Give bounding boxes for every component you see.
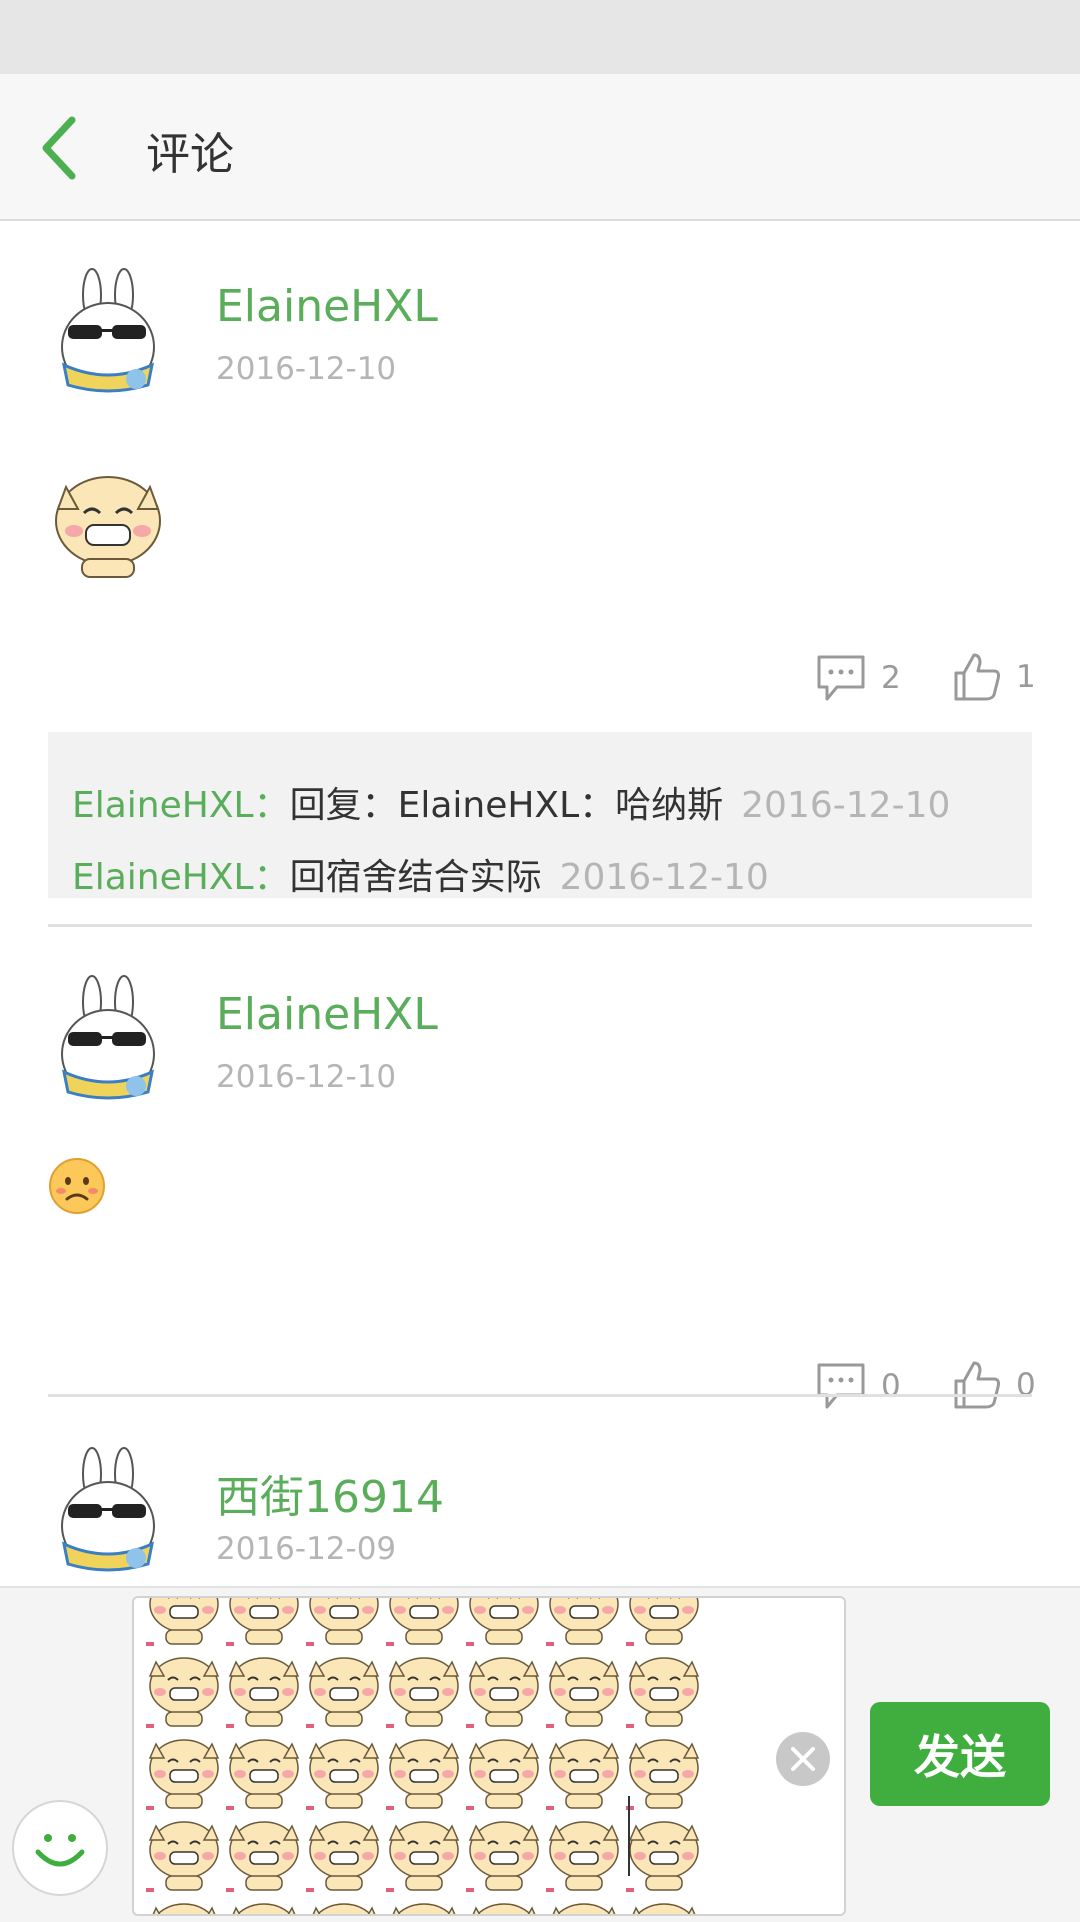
reply-count: 0 xyxy=(881,1368,901,1404)
reply-count-button[interactable]: 2 xyxy=(815,653,901,703)
cat-sticker xyxy=(626,1598,699,1646)
cat-sticker xyxy=(626,1657,700,1728)
comment-icon xyxy=(817,655,865,701)
reply-list: ElaineHXL：回复：ElaineHXL：哈纳斯 2016-12-10 Ela… xyxy=(48,732,1032,898)
cat-sticker xyxy=(472,1903,536,1914)
divider xyxy=(48,1394,1032,1397)
reply-count-button[interactable]: 0 xyxy=(815,1361,901,1411)
cat-sticker xyxy=(146,1739,220,1810)
cat-sticker xyxy=(632,1903,696,1914)
cat-sticker xyxy=(306,1657,380,1728)
thumbs-up-icon xyxy=(954,1361,1000,1409)
cat-sticker xyxy=(306,1821,380,1892)
comment-list[interactable]: ElaineHXL 2016-12-10 2 1 ElaineHXL：回复：El… xyxy=(0,221,1080,1586)
reply-date: 2016-12-10 xyxy=(741,785,951,826)
cat-sticker xyxy=(386,1657,460,1728)
comment-date: 2016-12-10 xyxy=(216,351,397,387)
text-cursor xyxy=(628,1796,630,1876)
reply-item[interactable]: ElaineHXL：回宿舍结合实际 2016-12-10 xyxy=(72,848,769,900)
comment-username[interactable]: ElaineHXL xyxy=(216,989,438,1040)
cat-sticker xyxy=(552,1903,616,1914)
user-avatar[interactable] xyxy=(48,1446,168,1576)
clear-input-button[interactable] xyxy=(776,1732,830,1786)
cat-sticker xyxy=(306,1739,380,1810)
smiley-icon xyxy=(35,1834,85,1867)
reply-text: 回宿舍结合实际 xyxy=(289,857,542,898)
cat-sticker xyxy=(226,1657,300,1728)
comment-input[interactable] xyxy=(132,1596,846,1916)
back-button[interactable] xyxy=(38,114,98,182)
cat-sticker xyxy=(546,1598,619,1646)
close-icon xyxy=(791,1747,815,1771)
reply-username[interactable]: ElaineHXL： xyxy=(72,857,290,898)
cat-sticker xyxy=(386,1821,460,1892)
comment-username[interactable]: 西街16914 xyxy=(216,1461,444,1525)
comment-date: 2016-12-09 xyxy=(216,1531,397,1567)
comment-composer: 发送 xyxy=(0,1586,1080,1922)
cat-sticker xyxy=(306,1598,379,1646)
reply-username[interactable]: ElaineHXL： xyxy=(72,785,290,826)
cat-sticker xyxy=(386,1739,460,1810)
reply-date: 2016-12-10 xyxy=(559,857,769,898)
cat-sticker xyxy=(232,1903,296,1914)
cat-sticker xyxy=(392,1903,456,1914)
cat-sticker xyxy=(466,1821,540,1892)
cat-sticker xyxy=(466,1657,540,1728)
cat-sticker xyxy=(386,1598,459,1646)
page-title: 评论 xyxy=(146,129,234,180)
like-count: 0 xyxy=(1016,1367,1036,1403)
cat-sticker xyxy=(466,1739,540,1810)
send-button[interactable]: 发送 xyxy=(870,1702,1050,1806)
cat-sticker xyxy=(226,1739,300,1810)
cat-sticker xyxy=(546,1821,620,1892)
cat-sticker xyxy=(152,1903,216,1914)
cat-sticker xyxy=(146,1598,219,1646)
cat-sticker xyxy=(146,1821,220,1892)
like-button[interactable]: 1 xyxy=(952,651,1036,703)
like-button[interactable]: 0 xyxy=(952,1359,1036,1411)
cat-sticker xyxy=(466,1598,539,1646)
reply-item[interactable]: ElaineHXL：回复：ElaineHXL：哈纳斯 2016-12-10 xyxy=(72,776,950,828)
comment-username[interactable]: ElaineHXL xyxy=(216,281,438,332)
cat-sticker xyxy=(626,1821,700,1892)
cat-sticker xyxy=(146,1657,220,1728)
cat-sticker xyxy=(226,1598,299,1646)
emoji-button[interactable] xyxy=(12,1800,108,1896)
cat-sticker xyxy=(312,1903,376,1914)
cat-sticker xyxy=(546,1657,620,1728)
user-avatar[interactable] xyxy=(48,267,168,397)
like-count: 1 xyxy=(1016,659,1036,695)
cat-sticker xyxy=(546,1739,620,1810)
comment-icon xyxy=(817,1363,865,1409)
thumbs-up-icon xyxy=(954,653,1000,701)
divider xyxy=(48,924,1032,927)
back-arrow-icon xyxy=(42,116,76,180)
reply-text: 回复：ElaineHXL：哈纳斯 xyxy=(289,785,724,826)
status-bar xyxy=(0,0,1080,74)
user-avatar[interactable] xyxy=(48,974,168,1104)
cat-sticker xyxy=(226,1821,300,1892)
sad-face-emoji xyxy=(49,1158,105,1214)
sticker-grid xyxy=(144,1598,704,1914)
reply-count: 2 xyxy=(881,660,901,696)
cat-sticker xyxy=(626,1739,700,1810)
cat-sticker-image xyxy=(55,476,161,578)
comment-date: 2016-12-10 xyxy=(216,1059,397,1095)
nav-bar: 评论 xyxy=(0,74,1080,221)
